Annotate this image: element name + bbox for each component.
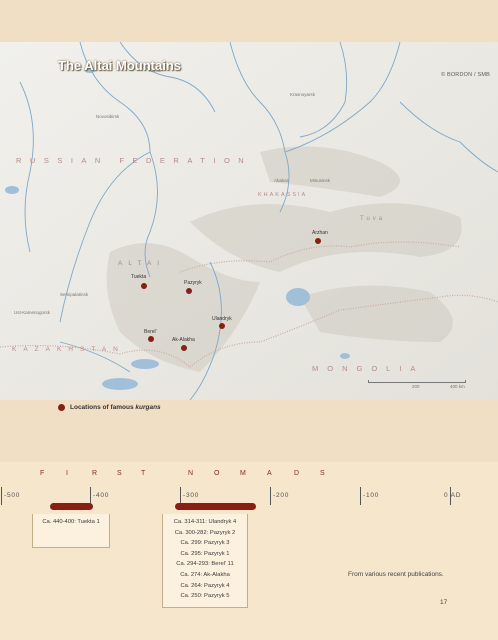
map-credit: © BORDON / SMB bbox=[440, 72, 490, 78]
timeline-bar-pazyryk-period bbox=[175, 503, 256, 510]
timeline-entry: Ca. 440-400: Tuekta 1 bbox=[42, 519, 100, 525]
kurgan-label-tuekta: Tuekta bbox=[131, 274, 147, 280]
timeline-title-letter: S bbox=[320, 470, 325, 477]
timeline-entry: Ca. 299: Pazyryk 3 bbox=[180, 540, 230, 547]
kurgan-marker-pazyryk bbox=[186, 288, 192, 294]
timeline-entry: Ca. 294-293: Berel' 11 bbox=[176, 561, 234, 568]
timeline-tick-label: 0 AD bbox=[444, 492, 462, 499]
legend-label: Locations of famous kurgans bbox=[70, 404, 161, 411]
city-label: Ust-Kamenogorsk bbox=[14, 310, 51, 315]
timeline-tick-label: -300 bbox=[183, 492, 200, 499]
timeline-bar-tuekta bbox=[50, 503, 93, 510]
legend-marker-icon bbox=[58, 404, 65, 411]
kurgan-marker-tuekta bbox=[141, 283, 147, 289]
timeline-title-letter: I bbox=[66, 470, 68, 477]
source-note: From various recent publications. bbox=[348, 571, 444, 578]
timeline-tick-label: -500 bbox=[4, 492, 21, 499]
kurgan-marker-ak-alakha bbox=[181, 345, 187, 351]
timeline-title-letter: T bbox=[141, 470, 146, 477]
region-label-mongolia: MONGOLIA bbox=[312, 364, 425, 373]
timeline-tick bbox=[1, 487, 2, 505]
map: RUSSIAN FEDERATION KHAKASSIA ALTAI KAZAK… bbox=[0, 42, 498, 400]
city-label: Krasnoyarsk bbox=[290, 92, 316, 97]
region-label-khakassia: KHAKASSIA bbox=[258, 192, 308, 198]
timeline-tick-label: -200 bbox=[273, 492, 290, 499]
map-title: The Altai Mountains bbox=[58, 58, 182, 73]
legend: Locations of famous kurgans bbox=[58, 404, 161, 411]
timeline-entry: Ca. 250: Pazyryk 5 bbox=[180, 593, 230, 600]
region-label-russian-federation: RUSSIAN FEDERATION bbox=[16, 156, 253, 165]
kurgan-label-pazyryk: Pazyryk bbox=[184, 280, 202, 286]
timeline-title-letter: N bbox=[188, 470, 194, 477]
timeline-entry: Ca. 274: Ak-Alakha bbox=[180, 571, 230, 578]
timeline-entry: Ca. 314-311: Ulandryk 4 bbox=[173, 519, 237, 525]
page-number: 17 bbox=[440, 599, 448, 606]
timeline-tick-label: -400 bbox=[93, 492, 110, 499]
kurgan-label-ulandryk: Ulandryk bbox=[212, 316, 232, 322]
scale-label-end: 400 km bbox=[450, 384, 465, 389]
timeline-band bbox=[0, 462, 498, 640]
kurgan-label-arzhan: Arzhan bbox=[312, 230, 328, 236]
timeline-tick-label: -100 bbox=[363, 492, 380, 499]
kurgan-label-berel: Berel' bbox=[144, 329, 157, 335]
region-label-tuva: Tuva bbox=[360, 216, 386, 222]
timeline-title-letter: M bbox=[240, 470, 246, 477]
timeline-title-letter: S bbox=[117, 470, 122, 477]
city-label: Novosibirsk bbox=[96, 114, 120, 119]
region-label-kazakhstan: KAZAKHSTAN bbox=[12, 346, 125, 353]
timeline-tick bbox=[360, 487, 361, 505]
scale-bar bbox=[368, 380, 466, 383]
timeline-entry: Ca. 264: Pazyryk 4 bbox=[180, 582, 230, 589]
kurgan-marker-berel bbox=[148, 336, 154, 342]
city-label: Minusinsk bbox=[310, 178, 331, 183]
timeline-title-letter: F bbox=[40, 470, 45, 477]
kurgan-label-ak-alakha: Ak-Alakha bbox=[172, 337, 195, 343]
kurgan-marker-arzhan bbox=[315, 238, 321, 244]
timeline-entry: Ca. 295: Pazyryk 1 bbox=[180, 550, 230, 557]
header-band bbox=[0, 0, 498, 42]
timeline-box-late: Ca. 314-311: Ulandryk 4 Ca. 300-282: Paz… bbox=[162, 514, 248, 608]
timeline-title-letter: R bbox=[92, 470, 98, 477]
timeline-box-early: Ca. 440-400: Tuekta 1 bbox=[32, 514, 110, 548]
timeline-title-letter: D bbox=[294, 470, 300, 477]
city-label: Semipalatinsk bbox=[60, 292, 89, 297]
timeline-tick bbox=[270, 487, 271, 505]
city-label: Abakan bbox=[274, 178, 290, 183]
timeline-entry: Ca. 300-282: Pazyryk 2 bbox=[174, 529, 236, 536]
scale-label-mid: 200 bbox=[412, 384, 420, 389]
timeline-title-letter: O bbox=[214, 470, 220, 477]
region-label-altai: ALTAI bbox=[118, 260, 166, 267]
kurgan-marker-ulandryk bbox=[219, 323, 225, 329]
timeline-title-letter: A bbox=[267, 470, 272, 477]
